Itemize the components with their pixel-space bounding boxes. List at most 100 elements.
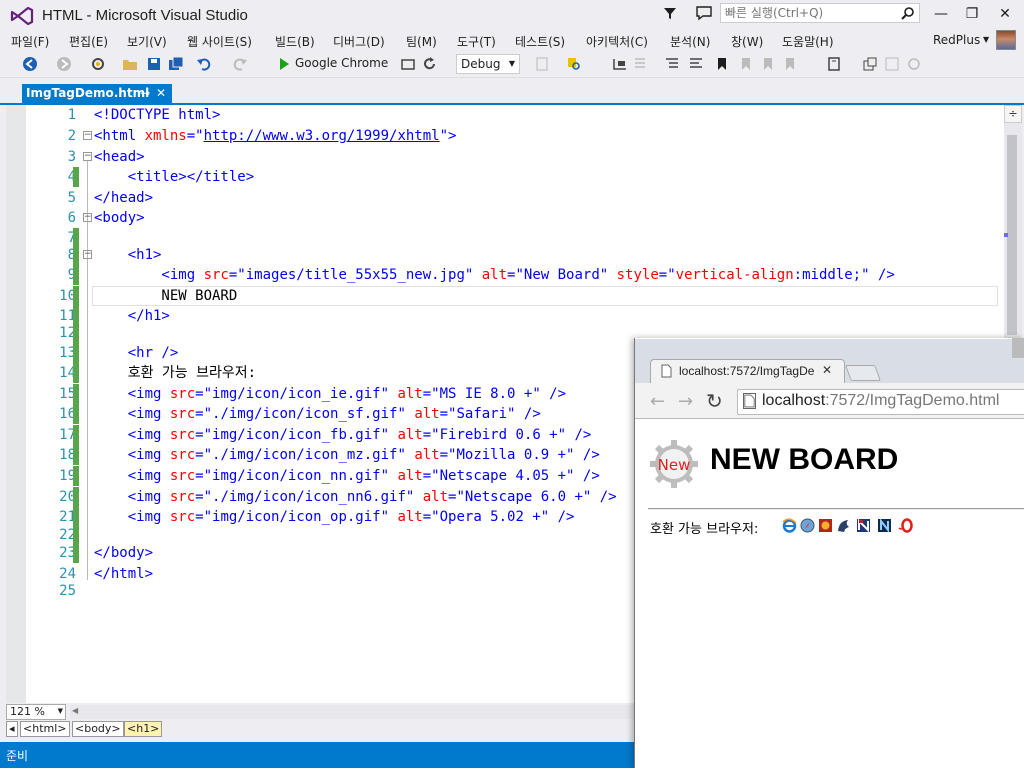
step-icon[interactable]	[612, 56, 628, 72]
user-name[interactable]: RedPlus	[933, 33, 980, 47]
pin-icon[interactable]: ⊸	[140, 86, 150, 100]
line-number: 20	[59, 489, 76, 505]
change-marker	[73, 245, 79, 265]
refresh-icon[interactable]	[422, 56, 438, 72]
comment-icon[interactable]	[664, 56, 680, 72]
code-attr: alt	[397, 468, 423, 484]
back-icon[interactable]	[22, 56, 38, 72]
clear-bookmarks-icon[interactable]	[782, 56, 798, 72]
menu-team[interactable]: 팀(M)	[406, 33, 437, 50]
menu-debug[interactable]: 디버그(D)	[333, 33, 385, 50]
collapse-icon[interactable]: −	[83, 131, 92, 140]
back-arrow-icon[interactable]: ←	[650, 391, 665, 412]
code-line[interactable]: 9 <img src="images/title_55x55_new.jpg" …	[6, 265, 1004, 285]
scrollbar-thumb[interactable]	[1007, 135, 1017, 335]
solution-icon[interactable]	[862, 56, 878, 72]
code-link[interactable]: http://www.w3.org/1999/xhtml	[204, 128, 440, 144]
start-debugging-icon[interactable]	[276, 56, 292, 72]
team-icon[interactable]	[906, 56, 922, 72]
chevron-down-icon[interactable]: ▼	[509, 59, 515, 68]
filter-icon[interactable]	[662, 5, 678, 21]
change-marker	[73, 507, 79, 527]
code-line[interactable]: 3− <head>	[6, 147, 1004, 167]
browser-link-icon[interactable]	[400, 56, 416, 72]
url-text[interactable]: localhost:7572/ImgTagDemo.html	[762, 392, 999, 410]
chevron-down-icon[interactable]: ▼	[58, 707, 63, 715]
code-line[interactable]: 6− <body>	[6, 208, 1004, 228]
redo-icon[interactable]	[232, 56, 248, 72]
breadcrumb-body[interactable]: <body>	[72, 721, 124, 737]
attach-icon[interactable]	[534, 56, 550, 72]
forward-arrow-icon[interactable]: →	[678, 391, 693, 412]
code-attr: src	[203, 267, 229, 283]
format-icon[interactable]	[632, 56, 648, 72]
forward-icon[interactable]	[56, 56, 72, 72]
collapse-icon[interactable]: −	[83, 152, 92, 161]
collapse-icon[interactable]: −	[83, 250, 92, 259]
save-icon[interactable]	[146, 56, 162, 72]
search-icon[interactable]	[901, 6, 915, 20]
new-tab-button[interactable]	[845, 365, 881, 381]
minimize-button[interactable]: —	[926, 4, 956, 26]
menu-view[interactable]: 보기(V)	[127, 33, 167, 50]
menu-analyze[interactable]: 분석(N)	[670, 33, 710, 50]
prev-bookmark-icon[interactable]	[738, 56, 754, 72]
menu-edit[interactable]: 편집(E)	[69, 33, 108, 50]
document-outline-icon[interactable]	[826, 56, 842, 72]
reload-icon[interactable]: ↻	[706, 389, 723, 413]
document-tab[interactable]: ImgTagDemo.html ⊸ ✕	[22, 84, 172, 104]
restore-button[interactable]: ❐	[957, 4, 987, 26]
horizontal-scrollbar[interactable]: ◀	[70, 705, 634, 719]
save-all-icon[interactable]	[168, 56, 184, 72]
line-number: 16	[59, 406, 76, 422]
close-icon[interactable]: ✕	[156, 86, 166, 100]
scroll-left-icon[interactable]: ◂	[6, 721, 18, 737]
scroll-left-icon[interactable]: ◀	[72, 706, 78, 715]
code-line[interactable]: 2− <html xmlns="http://www.w3.org/1999/xh…	[6, 126, 1004, 146]
undo-icon[interactable]	[196, 56, 212, 72]
breadcrumb-html[interactable]: <html>	[20, 721, 70, 737]
next-bookmark-icon[interactable]	[760, 56, 776, 72]
chevron-down-icon[interactable]: ▼	[983, 35, 989, 44]
menu-window[interactable]: 창(W)	[731, 33, 763, 50]
feedback-icon[interactable]	[695, 5, 713, 21]
change-marker	[73, 525, 79, 545]
uncomment-icon[interactable]	[688, 56, 704, 72]
bookmark-icon[interactable]	[714, 56, 730, 72]
new-project-icon[interactable]	[90, 56, 106, 72]
avatar[interactable]	[996, 30, 1016, 50]
menu-build[interactable]: 빌드(B)	[275, 33, 315, 50]
code-line[interactable]: 4 <title></title>	[6, 167, 1004, 187]
document-tab-title: ImgTagDemo.html	[26, 86, 150, 100]
line-number: 6	[67, 210, 76, 226]
quick-launch-input[interactable]	[721, 4, 896, 22]
menu-test[interactable]: 테스트(S)	[515, 33, 565, 50]
code-line[interactable]: 5 </head>	[6, 188, 1004, 208]
close-button[interactable]: ✕	[990, 4, 1020, 26]
code-line[interactable]: 10 NEW BOARD	[6, 286, 1004, 306]
menu-file[interactable]: 파일(F)	[11, 33, 49, 50]
zoom-level-select[interactable]: 121 % ▼	[6, 704, 66, 720]
code-text: <img	[94, 406, 170, 422]
line-number: 1	[67, 107, 76, 123]
code-attr: alt	[397, 509, 423, 525]
quick-launch-box[interactable]	[720, 3, 920, 23]
solution-configuration-select[interactable]: Debug ▼	[456, 54, 520, 74]
menu-architecture[interactable]: 아키텍처(C)	[586, 33, 648, 50]
extensions-icon[interactable]	[884, 56, 900, 72]
run-target-label[interactable]: Google Chrome	[295, 56, 388, 70]
split-icon[interactable]: ÷	[1004, 105, 1022, 123]
line-number: 10	[59, 288, 76, 304]
open-folder-icon[interactable]	[122, 56, 138, 72]
code-line[interactable]: 1 <!DOCTYPE html>	[6, 105, 1004, 125]
find-icon[interactable]	[566, 56, 582, 72]
menu-help[interactable]: 도움말(H)	[782, 33, 834, 50]
close-icon[interactable]: ✕	[822, 363, 832, 377]
change-marker	[73, 487, 79, 507]
collapse-icon[interactable]: −	[83, 213, 92, 222]
code-line[interactable]: 8− <h1>	[6, 245, 1004, 265]
menu-website[interactable]: 웹 사이트(S)	[187, 33, 252, 50]
breadcrumb-h1[interactable]: <h1>	[124, 721, 163, 737]
menu-tools[interactable]: 도구(T)	[457, 33, 496, 50]
code-text: 호환 가능 브라우저:	[94, 365, 257, 381]
